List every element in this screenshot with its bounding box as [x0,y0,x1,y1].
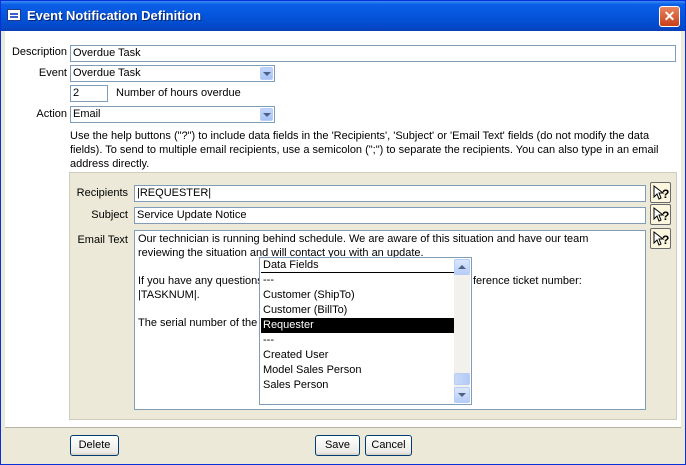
action-select[interactable]: Email [70,106,275,123]
hours-overdue-label: Number of hours overdue [116,87,241,99]
button-bar: Delete Save Cancel [5,427,681,462]
help-text-line: address directly. [70,158,150,170]
email-text-label: Email Text [77,234,128,246]
pointer-help-icon: ? [653,230,669,247]
save-button[interactable]: Save [315,435,360,456]
email-text-line: Our technician is running behind schedul… [138,233,589,245]
dropdown-item[interactable]: Created User [261,348,455,363]
event-notification-window: Event Notification Definition ✕ Descript… [0,0,686,465]
dropdown-scrollbar[interactable] [454,259,470,403]
action-label: Action [36,108,67,120]
dropdown-item[interactable]: Data Fields [261,258,455,273]
subject-input[interactable]: Service Update Notice [134,207,646,224]
window-form-icon [7,9,21,21]
svg-text:?: ? [662,209,669,223]
data-fields-dropdown[interactable]: Data Fields --- Customer (ShipTo) Custom… [259,257,472,405]
dropdown-item[interactable]: Model Sales Person [261,363,455,378]
event-label: Event [38,67,67,79]
scroll-down-icon[interactable] [454,387,470,403]
delete-button[interactable]: Delete [70,435,119,456]
help-text: Use the help buttons ("?") to include da… [70,129,675,171]
chevron-down-icon[interactable] [260,108,273,121]
subject-help-button[interactable]: ? [650,204,671,225]
cancel-button[interactable]: Cancel [365,435,412,456]
recipients-input[interactable]: |REQUESTER| [134,185,646,202]
help-text-line: Use the help buttons ("?") to include da… [70,130,650,142]
close-button[interactable]: ✕ [659,6,680,27]
scroll-up-icon[interactable] [454,259,470,275]
dropdown-item[interactable]: --- [261,333,455,348]
dropdown-item[interactable]: --- [261,273,455,288]
recipients-help-button[interactable]: ? [650,182,671,203]
svg-text:?: ? [662,233,669,247]
pointer-help-icon: ? [653,206,669,223]
window-title: Event Notification Definition [27,8,202,23]
chevron-down-icon[interactable] [260,67,273,80]
action-select-value: Email [73,108,101,120]
hours-overdue-input[interactable]: 2 [70,85,108,102]
subject-label: Subject [91,209,128,221]
email-text-help-button[interactable]: ? [650,228,671,249]
svg-text:?: ? [662,187,669,201]
dropdown-item-selected[interactable]: Requester [261,318,455,333]
help-text-line: fields). To send to multiple email recip… [70,144,659,156]
pointer-help-icon: ? [653,184,669,201]
dropdown-item[interactable]: Sales Person [261,378,455,393]
description-label: Description [11,46,67,58]
description-input[interactable]: Overdue Task [70,45,676,62]
dropdown-item[interactable]: Customer (BillTo) [261,303,455,318]
dropdown-item[interactable]: Customer (ShipTo) [261,288,455,303]
title-bar[interactable]: Event Notification Definition ✕ [1,1,685,31]
event-select-value: Overdue Task [73,67,141,79]
recipients-label: Recipients [76,187,128,199]
scrollbar-thumb[interactable] [454,373,470,385]
event-select[interactable]: Overdue Task [70,65,275,82]
